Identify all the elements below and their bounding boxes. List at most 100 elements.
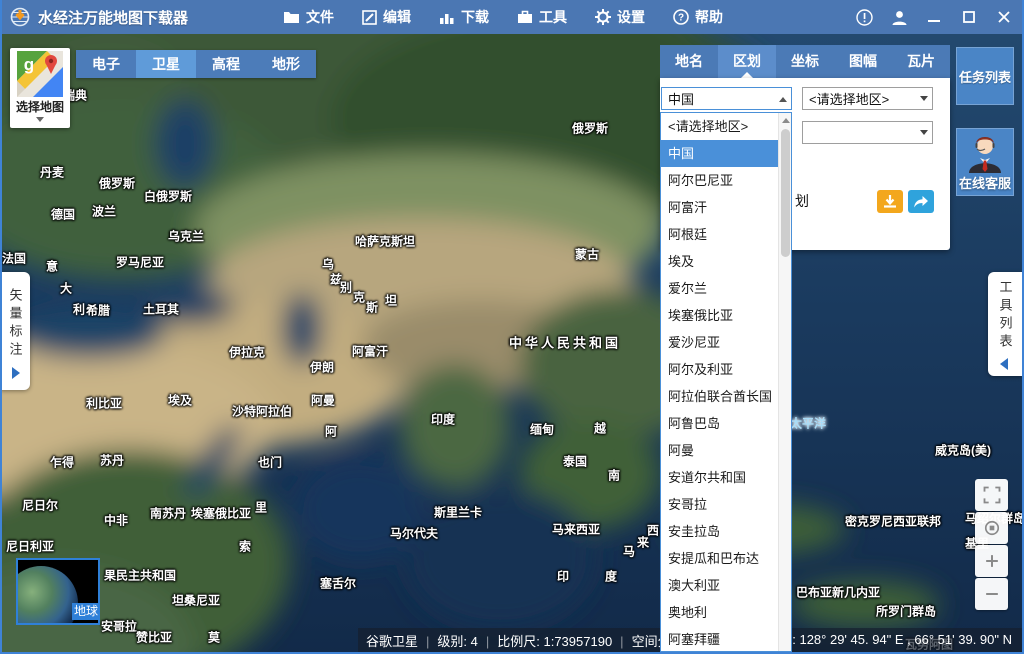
dropdown-item[interactable]: 阿拉伯联合酋长国 [661,383,791,410]
map-selector[interactable]: g 选择地图 [10,48,70,128]
vector-annotation-label: 矢量标注 [9,288,22,360]
share-arrow-icon [913,195,929,209]
dropdown-item[interactable]: 阿尔巴尼亚 [661,167,791,194]
vector-annotation-drawer[interactable]: 矢量标注 [0,272,30,390]
zoom-out-button[interactable] [975,578,1008,610]
menu-settings[interactable]: 设置 [595,7,645,27]
dropdown-item[interactable]: 埃及 [661,248,791,275]
map-type-tab[interactable]: 卫星 [136,50,196,78]
menu-tools[interactable]: 工具 [517,7,567,27]
download-icon [882,194,898,209]
dropdown-item[interactable]: 爱尔兰 [661,275,791,302]
panel-tab[interactable]: 区划 [718,45,776,78]
globe-view-thumbnail[interactable]: 地球 [16,558,100,625]
locate-button[interactable] [975,512,1008,544]
online-service-label: 在线客服 [959,173,1011,192]
svg-text:g: g [24,55,34,74]
svg-text:?: ? [678,13,684,24]
tool-list-label: 工具列表 [999,280,1012,352]
locate-icon [982,518,1002,538]
online-service-button[interactable]: 在线客服 [956,128,1014,196]
chevron-up-icon [779,93,787,102]
chevron-down-icon [920,96,928,105]
menu-help[interactable]: ? 帮助 [673,7,723,27]
user-icon[interactable] [889,7,909,27]
fullscreen-icon [982,485,1002,505]
dropdown-item[interactable]: 澳大利亚 [661,572,791,599]
menu-download[interactable]: 下载 [439,7,489,27]
dropdown-item[interactable]: 安提瓜和巴布达 [661,545,791,572]
map-type-tab[interactable]: 电子 [76,50,136,78]
dropdown-item[interactable]: 阿富汗 [661,194,791,221]
close-button[interactable] [994,7,1014,27]
download-bars-icon [439,11,455,24]
mouse-coordinates: 标: 128° 29' 45. 94" E , 66° 51' 39. 90" … [779,628,1012,652]
country-combobox[interactable]: 中国 [661,87,792,110]
chevron-down-icon [920,130,928,139]
dropdown-item[interactable]: 阿根廷 [661,221,791,248]
fullscreen-button[interactable] [975,479,1008,511]
dropdown-item[interactable]: 安哥拉 [661,491,791,518]
chevron-down-icon [36,117,44,126]
window-controls [854,0,1014,34]
help-icon: ? [673,9,689,25]
scrollbar-thumb[interactable] [781,129,790,257]
map-type-tabs: 电子卫星高程地形 [76,50,316,78]
dropdown-item[interactable]: 安道尔共和国 [661,464,791,491]
dropdown-item[interactable]: 阿曼 [661,437,791,464]
country-dropdown-list: <请选择地区>中国阿尔巴尼亚阿富汗阿根廷埃及爱尔兰埃塞俄比亚爱沙尼亚阿尔及利亚阿… [660,112,792,652]
arrow-left-icon [994,358,1008,370]
dropdown-item[interactable]: 阿尔及利亚 [661,356,791,383]
main-menu: 文件 编辑 下载 工具 设置 ? 帮助 [283,0,723,34]
country-combobox-value: 中国 [668,89,779,108]
dropdown-item[interactable]: 中国 [661,140,791,167]
folder-icon [283,10,300,24]
map-type-tab[interactable]: 地形 [256,50,316,78]
customer-service-avatar [966,133,1004,173]
info-icon[interactable] [854,7,874,27]
panel-tab[interactable]: 坐标 [776,45,834,78]
status-segment: 级别: 4 [418,631,478,650]
map-selector-label: 选择地图 [16,98,64,115]
dropdown-scrollbar[interactable] [778,113,791,651]
dropdown-item[interactable]: 爱沙尼亚 [661,329,791,356]
dropdown-item[interactable]: 埃塞俄比亚 [661,302,791,329]
arrow-right-icon [12,367,26,379]
map-type-tab[interactable]: 高程 [196,50,256,78]
dropdown-item[interactable]: 阿塞拜疆 [661,626,791,652]
edit-icon [362,10,377,25]
briefcase-icon [517,10,533,24]
app-window: 瑞典丹麦俄罗斯白俄罗斯德国波兰乌克兰法国罗马尼亚意大利希腊土耳其俄罗斯哈萨克斯坦… [0,0,1024,654]
dropdown-item[interactable]: <请选择地区> [661,113,791,140]
status-segment: 比例尺: 1:73957190 [478,631,612,650]
globe-icon [16,566,78,625]
menu-edit[interactable]: 编辑 [362,7,411,27]
task-list-button[interactable]: 任务列表 [956,47,1014,105]
minus-icon [982,584,1002,604]
subregion-combobox[interactable] [802,121,933,144]
region-combobox[interactable]: <请选择地区> [802,87,933,110]
globe-label: 地球 [72,603,100,620]
plus-icon [982,551,1002,571]
panel-tab[interactable]: 瓦片 [892,45,950,78]
google-maps-icon: g [17,51,63,97]
panel-tab[interactable]: 图幅 [834,45,892,78]
dropdown-item[interactable]: 奥地利 [661,599,791,626]
tool-list-drawer[interactable]: 工具列表 [988,272,1022,376]
zoom-in-button[interactable] [975,545,1008,577]
share-button[interactable] [908,190,934,213]
download-button[interactable] [877,190,903,213]
titlebar: 水经注万能地图下载器 文件 编辑 下载 工具 设置 [0,0,1024,34]
panel-tabs: 地名区划坐标图幅瓦片 [660,45,950,78]
dropdown-item[interactable]: 阿鲁巴岛 [661,410,791,437]
maximize-button[interactable] [959,7,979,27]
district-partial-label: 划 [795,191,809,211]
status-segment: 谷歌卫星 [366,631,418,650]
minimize-button[interactable] [924,7,944,27]
scroll-up-icon[interactable] [781,115,790,125]
dropdown-item[interactable]: 安圭拉岛 [661,518,791,545]
app-logo-icon [10,7,30,27]
menu-file[interactable]: 文件 [283,7,334,27]
gear-icon [595,9,611,25]
panel-tab[interactable]: 地名 [660,45,718,78]
